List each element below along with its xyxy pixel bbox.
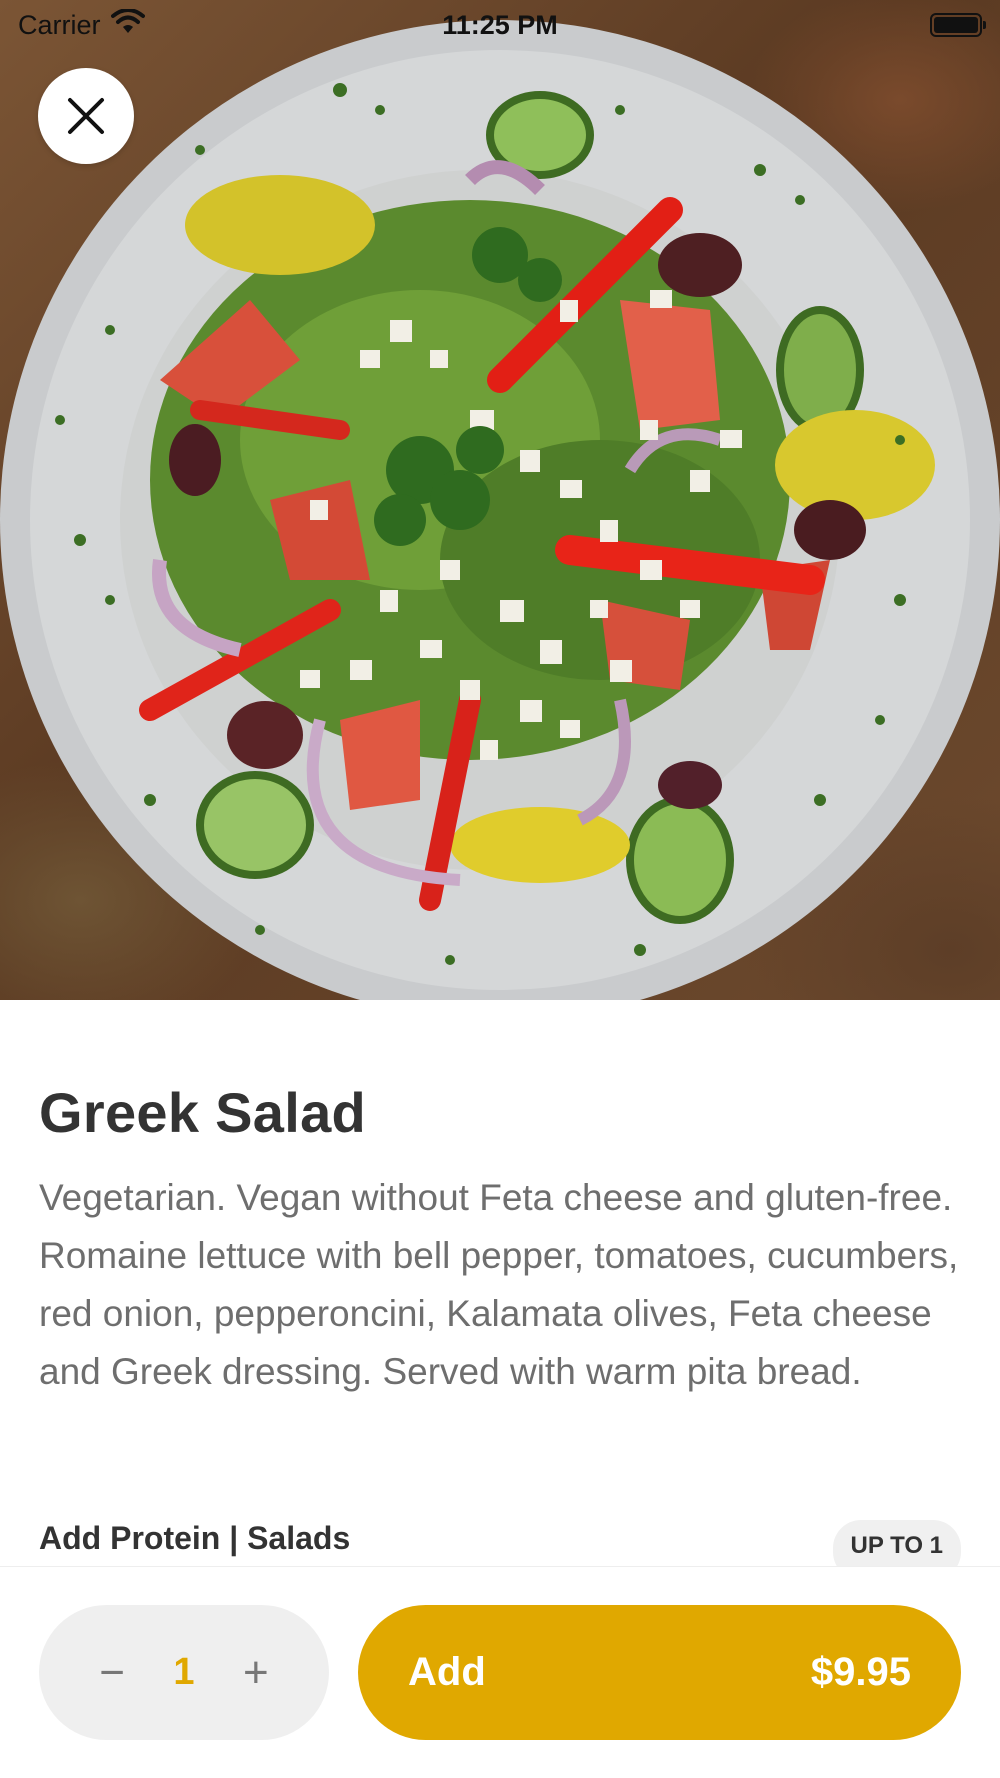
wifi-icon [110, 7, 145, 42]
close-button[interactable] [38, 68, 134, 164]
price-label: $9.95 [810, 1650, 911, 1694]
carrier-label: Carrier [18, 9, 101, 40]
status-left: Carrier [18, 7, 145, 42]
item-details: Greek Salad Vegetarian. Vegan without Fe… [39, 1080, 961, 1401]
battery-icon [930, 13, 986, 37]
quantity-value: 1 [173, 1651, 195, 1693]
bottom-action-bar: − 1 + Add $9.95 [0, 1566, 1000, 1778]
add-label: Add [408, 1650, 486, 1694]
item-title: Greek Salad [39, 1081, 367, 1144]
status-bar: Carrier 11:25 PM [0, 0, 1000, 50]
quantity-stepper: − 1 + [39, 1605, 329, 1740]
status-time: 11:25 PM [442, 9, 558, 40]
increment-button[interactable]: + [231, 1648, 281, 1698]
salad-illustration [0, 20, 1000, 1000]
item-detail-screen: Carrier 11:25 PM Greek Salad Vegetarian.… [0, 0, 1000, 1778]
option-section-header: Add Protein | Salads UP TO 1 [39, 1520, 961, 1580]
item-photo [0, 0, 1000, 1000]
option-section-title: Add Protein | Salads [39, 1520, 351, 1556]
add-to-order-button[interactable]: Add $9.95 [358, 1605, 961, 1740]
decrement-button[interactable]: − [87, 1648, 137, 1698]
close-icon [68, 98, 104, 134]
item-description: Vegetarian. Vegan without Feta cheese an… [39, 1177, 959, 1392]
